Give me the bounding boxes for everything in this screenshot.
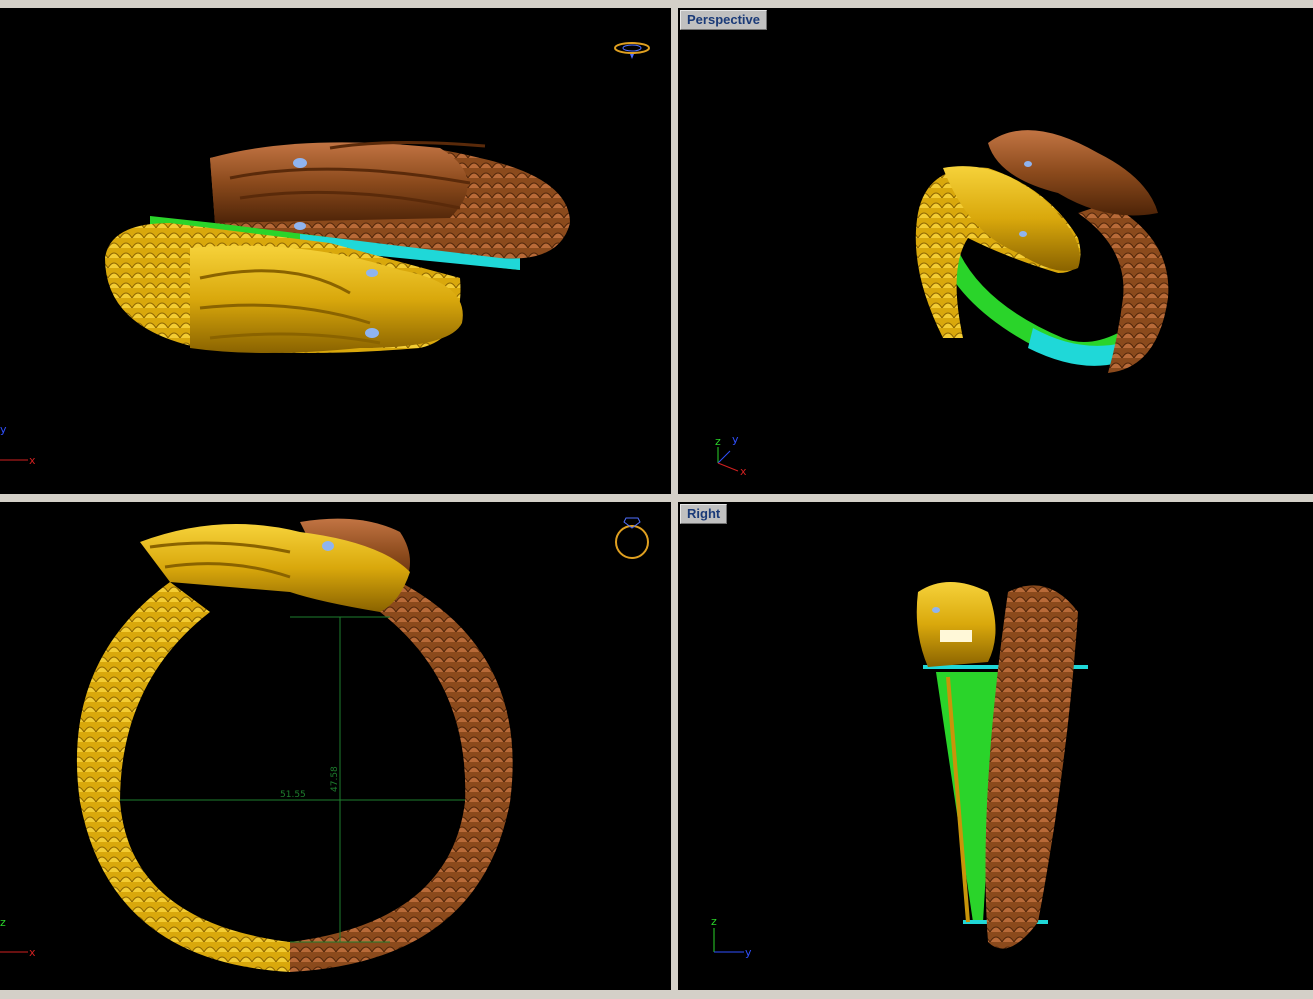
axis-z-label: z (711, 915, 717, 928)
scene-perspective (915, 130, 1169, 373)
gold-eye (322, 541, 334, 551)
axis-indicator: y x (0, 423, 36, 467)
viewport-title-right[interactable]: Right (680, 504, 728, 524)
axis-x-label: x (29, 946, 36, 959)
axis-y-label: y (732, 433, 739, 446)
bronze-body (985, 585, 1078, 949)
gold-eye (366, 269, 378, 277)
band-cyan (1028, 328, 1123, 366)
bronze-eye (293, 158, 307, 168)
viewport-bottom-left[interactable]: 51.55 47.58 z x (0, 502, 671, 990)
gold-body (76, 582, 290, 972)
viewport-title-perspective[interactable]: Perspective (680, 10, 767, 30)
viewport-right[interactable]: Right z y (678, 502, 1313, 990)
dimension-horizontal-text: 51.55 (280, 790, 306, 800)
axis-z-label: z (0, 916, 6, 929)
gold-head (916, 582, 996, 667)
gold-eye (1019, 231, 1027, 237)
axis-indicator: z y x (715, 433, 747, 478)
axis-x-label: x (740, 465, 747, 478)
gold-teeth (940, 630, 972, 642)
gold-eye-lower (365, 328, 379, 338)
scene-right-view (916, 582, 1088, 949)
bronze-eye-lower (294, 222, 306, 230)
axis-x-label: x (29, 454, 36, 467)
dimension-vertical-text: 47.58 (330, 766, 340, 792)
axis-y-label: y (0, 423, 7, 436)
gold-eye (932, 607, 940, 613)
axis-z-label: z (715, 435, 721, 448)
axis-y-label: y (745, 946, 752, 959)
bronze-eye (1024, 161, 1032, 167)
viewport-top-left[interactable]: y x (0, 8, 671, 494)
ring-icon[interactable] (612, 510, 652, 562)
axis-indicator: z x (0, 916, 36, 959)
bronze-body (290, 582, 513, 972)
axis-indicator: z y (711, 915, 752, 959)
bronze-head (210, 142, 468, 223)
scene-top-view (105, 140, 570, 353)
ring-icon[interactable] (612, 38, 652, 62)
viewport-perspective[interactable]: Perspective z y x (678, 8, 1313, 494)
scene-front-view: 51.55 47.58 (76, 518, 513, 972)
